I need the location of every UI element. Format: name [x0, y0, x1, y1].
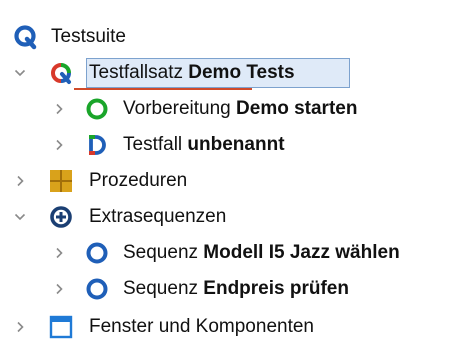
test-suite-tree: Testsuite Testfallsatz Demo Tests Vorber… [0, 0, 469, 341]
blue-ring-icon [84, 276, 110, 302]
plus-circle-icon [48, 204, 74, 230]
testcase-icon [84, 132, 110, 158]
tree-node-label: Testfallsatz Demo Tests [89, 62, 295, 83]
tree-node-testfallsatz[interactable]: Testfallsatz Demo Tests [0, 56, 360, 90]
green-ring-icon [84, 96, 110, 122]
procedures-icon [48, 168, 74, 194]
chevron-down-icon[interactable] [13, 66, 27, 80]
windows-icon [48, 314, 74, 340]
tree-node-label: Testsuite [51, 26, 126, 47]
tree-node-extrasequenzen[interactable]: Extrasequenzen [0, 200, 300, 234]
chevron-right-icon[interactable] [13, 320, 27, 334]
chevron-right-icon[interactable] [52, 138, 66, 152]
tree-node-sequenz-modell[interactable]: Sequenz Modell I5 Jazz wählen [0, 236, 469, 270]
chevron-right-icon[interactable] [52, 102, 66, 116]
qf-test-logo-icon [13, 24, 39, 50]
tree-node-sequenz-endpreis[interactable]: Sequenz Endpreis prüfen [0, 272, 430, 306]
chevron-down-icon[interactable] [13, 210, 27, 224]
tree-node-label: Sequenz Endpreis prüfen [123, 278, 349, 299]
tree-node-label: Testfall unbenannt [123, 134, 285, 155]
tree-node-label: Fenster und Komponenten [89, 316, 314, 337]
tree-node-label: Vorbereitung Demo starten [123, 98, 358, 119]
chevron-right-icon[interactable] [52, 282, 66, 296]
chevron-right-icon[interactable] [13, 174, 27, 188]
tree-node-fenster[interactable]: Fenster und Komponenten [0, 310, 400, 341]
tree-node-vorbereitung[interactable]: Vorbereitung Demo starten [0, 92, 450, 126]
tree-root-testsuite[interactable]: Testsuite [0, 20, 200, 54]
tree-node-testfall[interactable]: Testfall unbenannt [0, 128, 400, 162]
tree-node-label: Sequenz Modell I5 Jazz wählen [123, 242, 400, 263]
chevron-right-icon[interactable] [52, 246, 66, 260]
tree-node-label: Extrasequenzen [89, 206, 227, 227]
tree-node-label: Prozeduren [89, 170, 188, 191]
testset-icon [48, 60, 74, 86]
blue-ring-icon [84, 240, 110, 266]
tree-node-prozeduren[interactable]: Prozeduren [0, 164, 260, 198]
selection-underline [74, 88, 252, 90]
